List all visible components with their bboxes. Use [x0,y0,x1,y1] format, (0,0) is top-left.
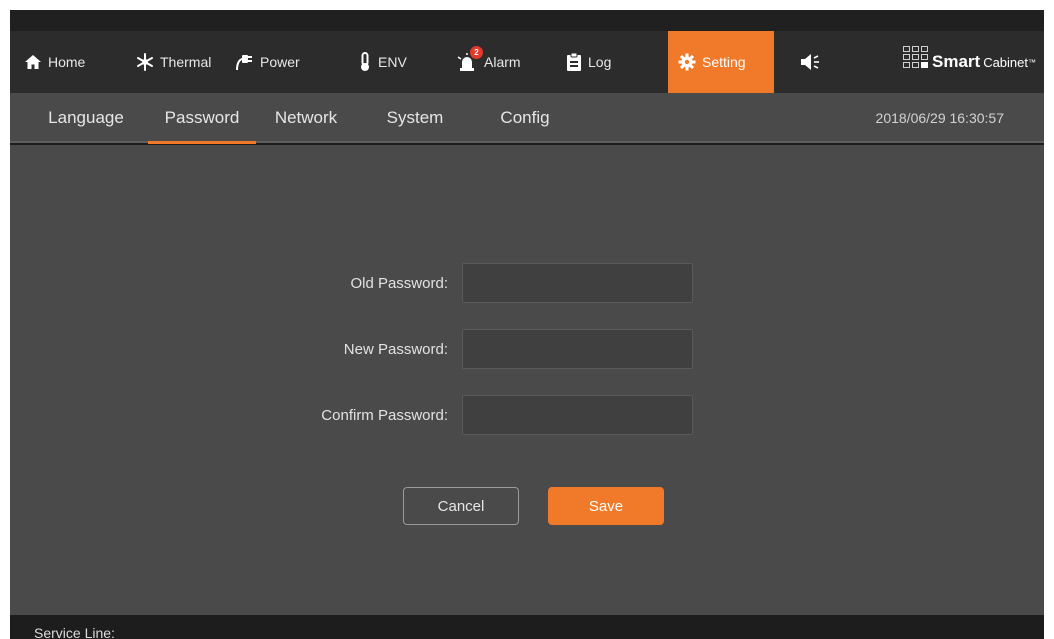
brand-trademark: ™ [1028,57,1036,67]
clipboard-icon [566,52,582,72]
top-strip [10,10,1044,31]
brand-smart-text: Smart [932,52,981,71]
nav-label-thermal: Thermal [160,54,212,70]
old-password-row: Old Password: [10,263,1044,303]
confirm-password-input[interactable] [462,395,693,435]
smart-cabinet-logo-icon [903,46,928,68]
nav-label-power: Power [260,54,300,70]
nav-item-alarm[interactable]: 2 Alarm [456,31,546,93]
new-password-label: New Password: [343,340,448,358]
nav-item-log[interactable]: Log [566,31,638,93]
tab-network[interactable]: Network [264,93,348,143]
nav-label-log: Log [588,54,612,70]
nav-item-thermal[interactable]: Thermal [136,31,232,93]
save-button[interactable]: Save [548,487,664,525]
nav-label-setting: Setting [702,54,746,70]
nav-label-home: Home [48,54,86,70]
nav-item-home[interactable]: Home [18,31,114,93]
nav-label-env: ENV [378,54,407,70]
old-password-label: Old Password: [350,274,448,292]
brand-cabinet-text: Cabinet [983,54,1028,70]
nav-item-power[interactable]: Power [234,31,334,93]
tab-system[interactable]: System [376,93,454,143]
service-line-text: Service Line: [34,625,115,639]
confirm-password-row: Confirm Password: [10,395,1044,435]
plug-icon [234,53,254,71]
datetime-display: 2018/06/29 16:30:57 [875,110,1004,126]
new-password-input[interactable] [462,329,693,369]
cancel-button[interactable]: Cancel [403,487,519,525]
snowflake-icon [136,53,154,71]
confirm-password-label: Confirm Password: [321,406,448,424]
tab-language[interactable]: Language [34,93,138,143]
tab-config[interactable]: Config [490,93,560,143]
new-password-row: New Password: [10,329,1044,369]
speaker-icon [800,53,822,71]
gear-icon [678,53,696,71]
alarm-bell-icon: 2 [456,46,483,72]
old-password-input[interactable] [462,263,693,303]
settings-subnav: Language Password Network System Config … [10,93,1044,144]
tab-password[interactable]: Password [148,93,256,144]
brand-logo: Smart Cabinet ™ [903,31,1036,93]
password-panel: Old Password: New Password: Confirm Pass… [10,145,1044,615]
thermometer-icon [358,52,372,72]
footer-bar: Service Line: [10,615,1044,639]
alarm-count-badge: 2 [470,46,483,59]
nav-item-env[interactable]: ENV [358,31,430,93]
home-icon [24,54,42,70]
speaker-button[interactable] [800,31,830,93]
nav-label-alarm: Alarm [484,54,521,70]
app-window: Home Thermal Power ENV 2 Alarm Log Setti… [10,10,1044,639]
nav-item-setting[interactable]: Setting [668,31,774,102]
top-nav: Home Thermal Power ENV 2 Alarm Log Setti… [10,31,1044,102]
